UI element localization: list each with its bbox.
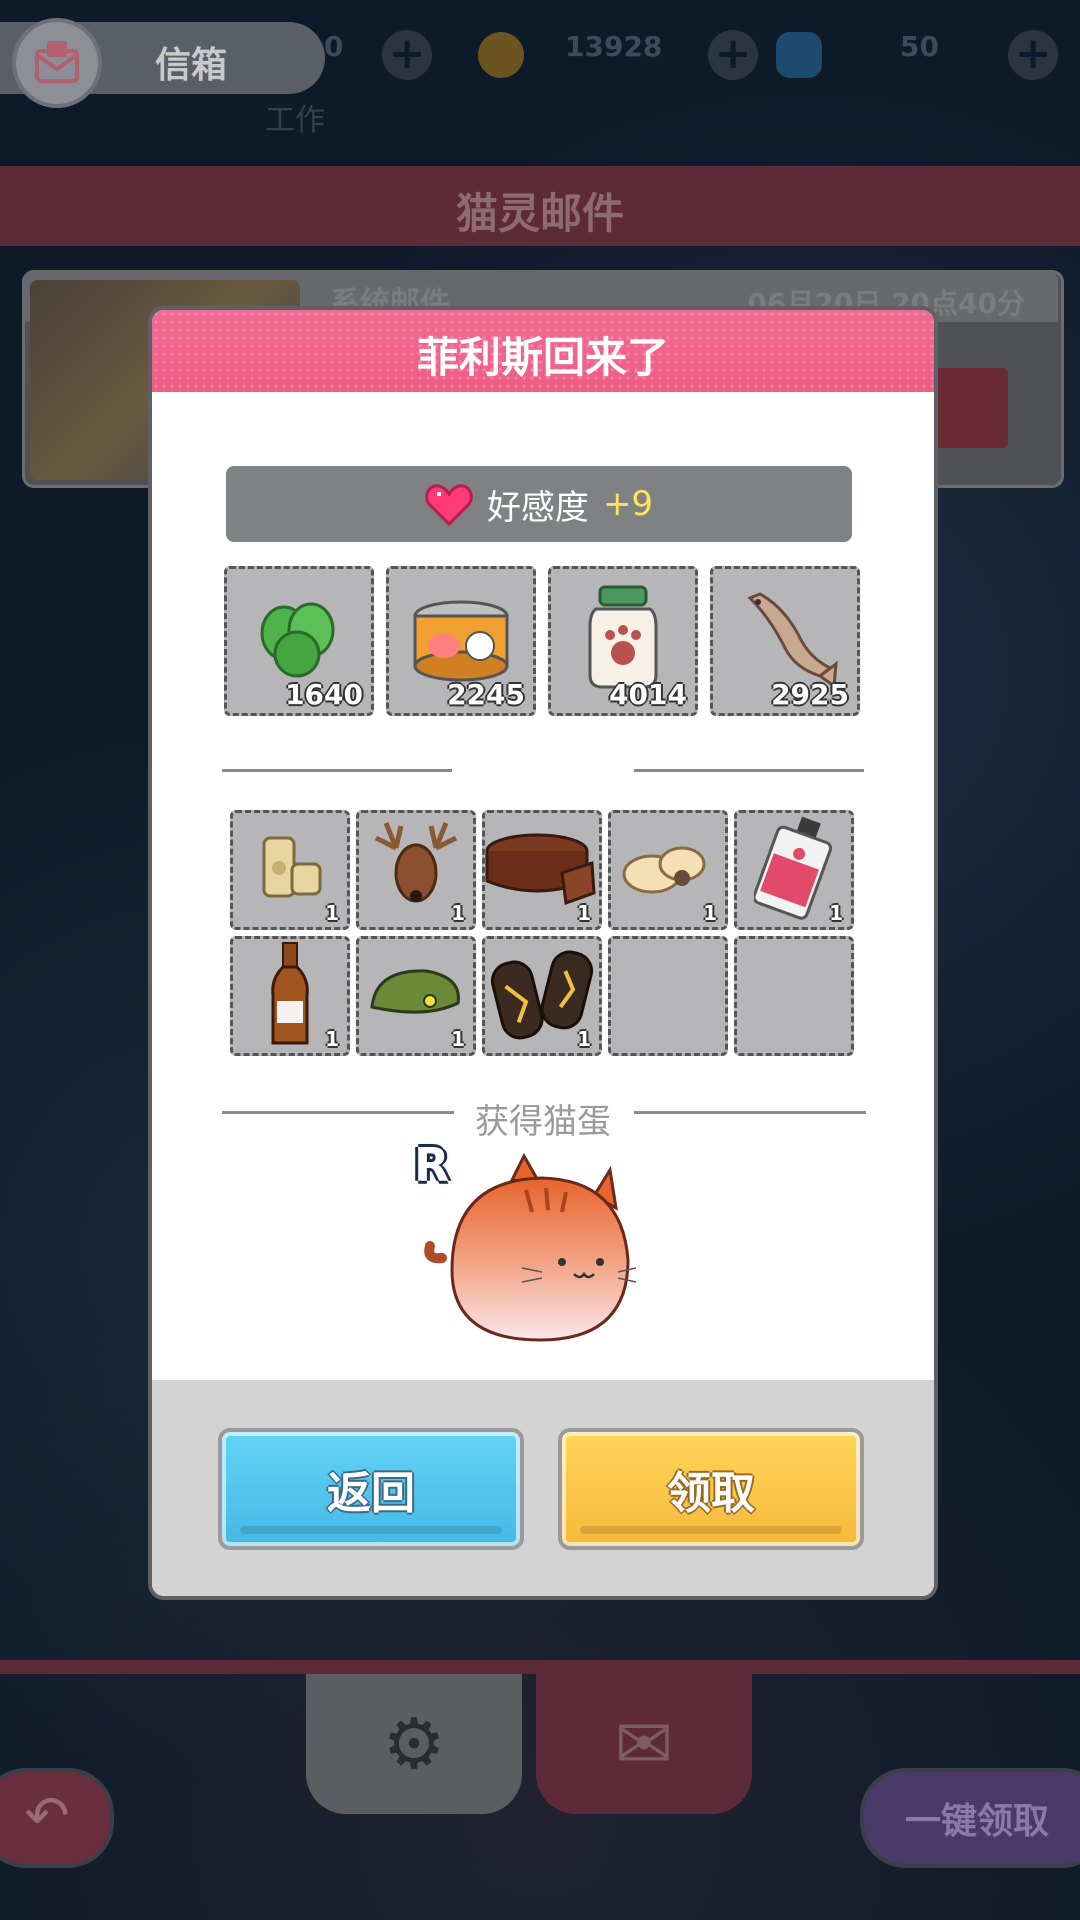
mailbox-icon[interactable] — [12, 18, 102, 108]
back-arrow-button[interactable]: ↶ — [0, 1768, 114, 1868]
favor-bar: 好感度 +9 — [226, 466, 852, 542]
back-button-label: 返回 — [327, 1468, 415, 1519]
item-slot[interactable]: 1 — [482, 936, 602, 1056]
claim-button[interactable]: 领取 — [558, 1428, 864, 1550]
slot-count: 1 — [325, 1027, 339, 1051]
slot-count: 4014 — [609, 678, 687, 711]
item-slot[interactable]: 1 — [482, 810, 602, 930]
slot-count: 1 — [577, 1027, 591, 1051]
tab-system-mail[interactable]: ⚙ — [306, 1674, 522, 1814]
dried-fish-icon — [747, 592, 838, 689]
beret-icon — [370, 969, 460, 1014]
resource-slot[interactable]: 2925 — [710, 566, 860, 716]
slot-count: 1 — [451, 1027, 465, 1051]
resource-value-1: 0 — [324, 30, 344, 63]
add-resource-button-1[interactable]: + — [382, 30, 432, 80]
paw-jar-icon — [588, 585, 658, 689]
item-slot[interactable]: 1 — [356, 936, 476, 1056]
cork-icon — [262, 836, 322, 898]
work-label: 工作 — [265, 103, 325, 138]
coin-icon — [478, 32, 524, 78]
chocolate-cake-icon — [485, 833, 596, 905]
item-slot[interactable]: 1 — [608, 810, 728, 930]
empty-item-slot — [608, 936, 728, 1056]
modal-title: 菲利斯回来了 — [416, 333, 669, 382]
bottom-band — [0, 1660, 1080, 1674]
tab-cat-mail[interactable]: ✉ — [536, 1674, 752, 1814]
add-resource-button-2[interactable]: + — [708, 30, 758, 80]
gem-icon — [776, 32, 822, 78]
resource-slot[interactable]: 4014 — [548, 566, 698, 716]
top-bar: 信箱 0 + 13928 + 50 + 工作 — [0, 0, 1080, 138]
slot-count: 2925 — [771, 678, 849, 711]
separator-right — [634, 769, 864, 772]
reward-modal: 菲利斯回来了 好感度 +9 1640 2245 4014 2925 1 1 1 … — [148, 306, 938, 1600]
gear-mail-icon: ⚙ — [382, 1703, 446, 1785]
back-arrow-icon: ↶ — [24, 1784, 70, 1847]
egg-label: 获得猫蛋 — [475, 1102, 611, 1142]
separator-left — [222, 769, 452, 772]
cookies-icon — [622, 846, 706, 894]
back-button[interactable]: 返回 — [218, 1428, 524, 1550]
item-slot[interactable]: 1 — [230, 936, 350, 1056]
gift-icon[interactable] — [928, 368, 1008, 448]
slot-count: 1 — [703, 901, 717, 925]
resource-slot[interactable]: 1640 — [224, 566, 374, 716]
cat-egg-icon — [424, 1152, 637, 1342]
claim-button-label: 领取 — [667, 1468, 755, 1519]
catnip-icon — [260, 602, 335, 678]
resource-slot[interactable]: 2245 — [386, 566, 536, 716]
page-title: 猫灵邮件 — [455, 189, 624, 238]
item-grid: 1 1 1 1 1 1 1 1 — [230, 810, 854, 1056]
favor-value: +9 — [602, 484, 654, 524]
empty-item-slot — [734, 936, 854, 1056]
slot-count: 1640 — [285, 678, 363, 711]
heart-icon — [425, 484, 473, 526]
slot-count: 2245 — [447, 678, 525, 711]
claim-all-label: 一键领取 — [905, 1801, 1050, 1842]
paw-mail-icon: ✉ — [614, 1703, 674, 1785]
slot-count: 1 — [829, 901, 843, 925]
perfume-bottle-icon — [754, 816, 833, 920]
add-resource-button-3[interactable]: + — [1008, 30, 1058, 80]
item-slot[interactable]: 1 — [734, 810, 854, 930]
beer-bottle-icon — [271, 941, 309, 1045]
item-slot[interactable]: 1 — [356, 810, 476, 930]
slot-count: 1 — [577, 901, 591, 925]
slot-count: 1 — [325, 901, 339, 925]
favor-label: 好感度 — [486, 487, 589, 528]
mailbox-title: 信箱 — [155, 45, 228, 86]
resource-value-2: 13928 — [565, 30, 663, 63]
resource-grid: 1640 2245 4014 2925 — [224, 566, 860, 716]
cat-food-can-icon — [413, 600, 509, 682]
item-slot[interactable]: 1 — [230, 810, 350, 930]
slot-count: 1 — [451, 901, 465, 925]
resource-value-3: 50 — [900, 30, 939, 63]
